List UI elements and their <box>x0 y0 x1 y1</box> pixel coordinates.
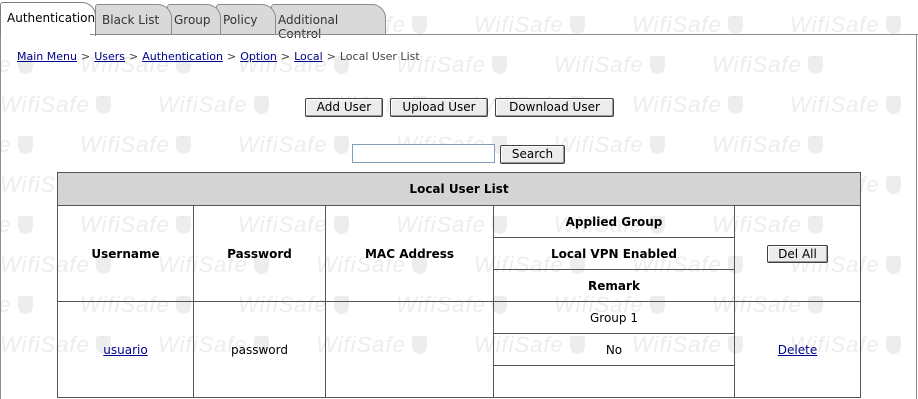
tab-label: Authentication <box>7 11 96 25</box>
download-user-button[interactable]: Download User <box>495 98 614 117</box>
header-applied-group: Applied Group <box>493 205 735 238</box>
breadcrumb-separator: > <box>326 50 336 63</box>
breadcrumb-link-main-menu[interactable]: Main Menu <box>17 50 77 63</box>
breadcrumb-separator: > <box>80 50 91 63</box>
tab-label: Policy <box>223 13 258 27</box>
tab-bar: Additional Control Policy Group Black Li… <box>0 0 918 41</box>
breadcrumb-current: Local User List <box>339 50 420 63</box>
cell-local-vpn-enabled: No <box>493 333 735 366</box>
add-user-button[interactable]: Add User <box>305 98 383 117</box>
search-input[interactable] <box>352 144 495 163</box>
tab-group[interactable]: Group <box>167 4 221 35</box>
header-password: Password <box>193 205 326 302</box>
tab-label: Group <box>174 13 211 27</box>
tab-authentication[interactable]: Authentication <box>0 2 96 36</box>
breadcrumb-link-option[interactable]: Option <box>240 50 277 63</box>
header-remark: Remark <box>493 269 735 302</box>
tab-policy[interactable]: Policy <box>216 4 276 35</box>
cell-remark <box>493 365 735 398</box>
breadcrumb-separator: > <box>226 50 237 63</box>
tab-label: Black List <box>102 13 160 27</box>
breadcrumb-link-authentication[interactable]: Authentication <box>142 50 223 63</box>
breadcrumb-separator: > <box>129 50 139 63</box>
del-all-button[interactable]: Del All <box>767 244 828 263</box>
header-local-vpn-enabled: Local VPN Enabled <box>493 237 735 270</box>
tab-black-list[interactable]: Black List <box>95 4 172 35</box>
cell-username: usuario <box>57 301 194 398</box>
local-user-list: Local User List Username Password MAC Ad… <box>57 172 861 398</box>
table-title-row: Local User List <box>57 172 861 206</box>
table-header-row: Username Password MAC Address Applied Gr… <box>57 205 861 302</box>
header-actions-cell: Del All <box>734 205 861 302</box>
delete-link[interactable]: Delete <box>778 343 817 357</box>
breadcrumb-separator: > <box>280 50 291 63</box>
user-table: Local User List Username Password MAC Ad… <box>57 172 861 398</box>
tab-divider <box>90 34 918 35</box>
table-row: usuario password Group 1 Delete <box>57 301 861 398</box>
cell-mac-address <box>325 301 494 398</box>
tab-additional-control[interactable]: Additional Control <box>271 4 386 41</box>
search-button[interactable]: Search <box>500 145 565 164</box>
breadcrumb-link-local[interactable]: Local <box>294 50 323 63</box>
header-mac-address: MAC Address <box>325 205 494 302</box>
table-title: Local User List <box>57 172 861 206</box>
breadcrumb-link-users[interactable]: Users <box>94 50 125 63</box>
header-username: Username <box>57 205 194 302</box>
username-link[interactable]: usuario <box>103 343 147 357</box>
cell-applied-group: Group 1 <box>493 301 735 334</box>
cell-password: password <box>193 301 326 398</box>
cell-actions: Delete <box>734 301 861 398</box>
breadcrumb: Main Menu > Users > Authentication > Option > Lo… <box>17 50 420 63</box>
upload-user-button[interactable]: Upload User <box>390 98 488 117</box>
